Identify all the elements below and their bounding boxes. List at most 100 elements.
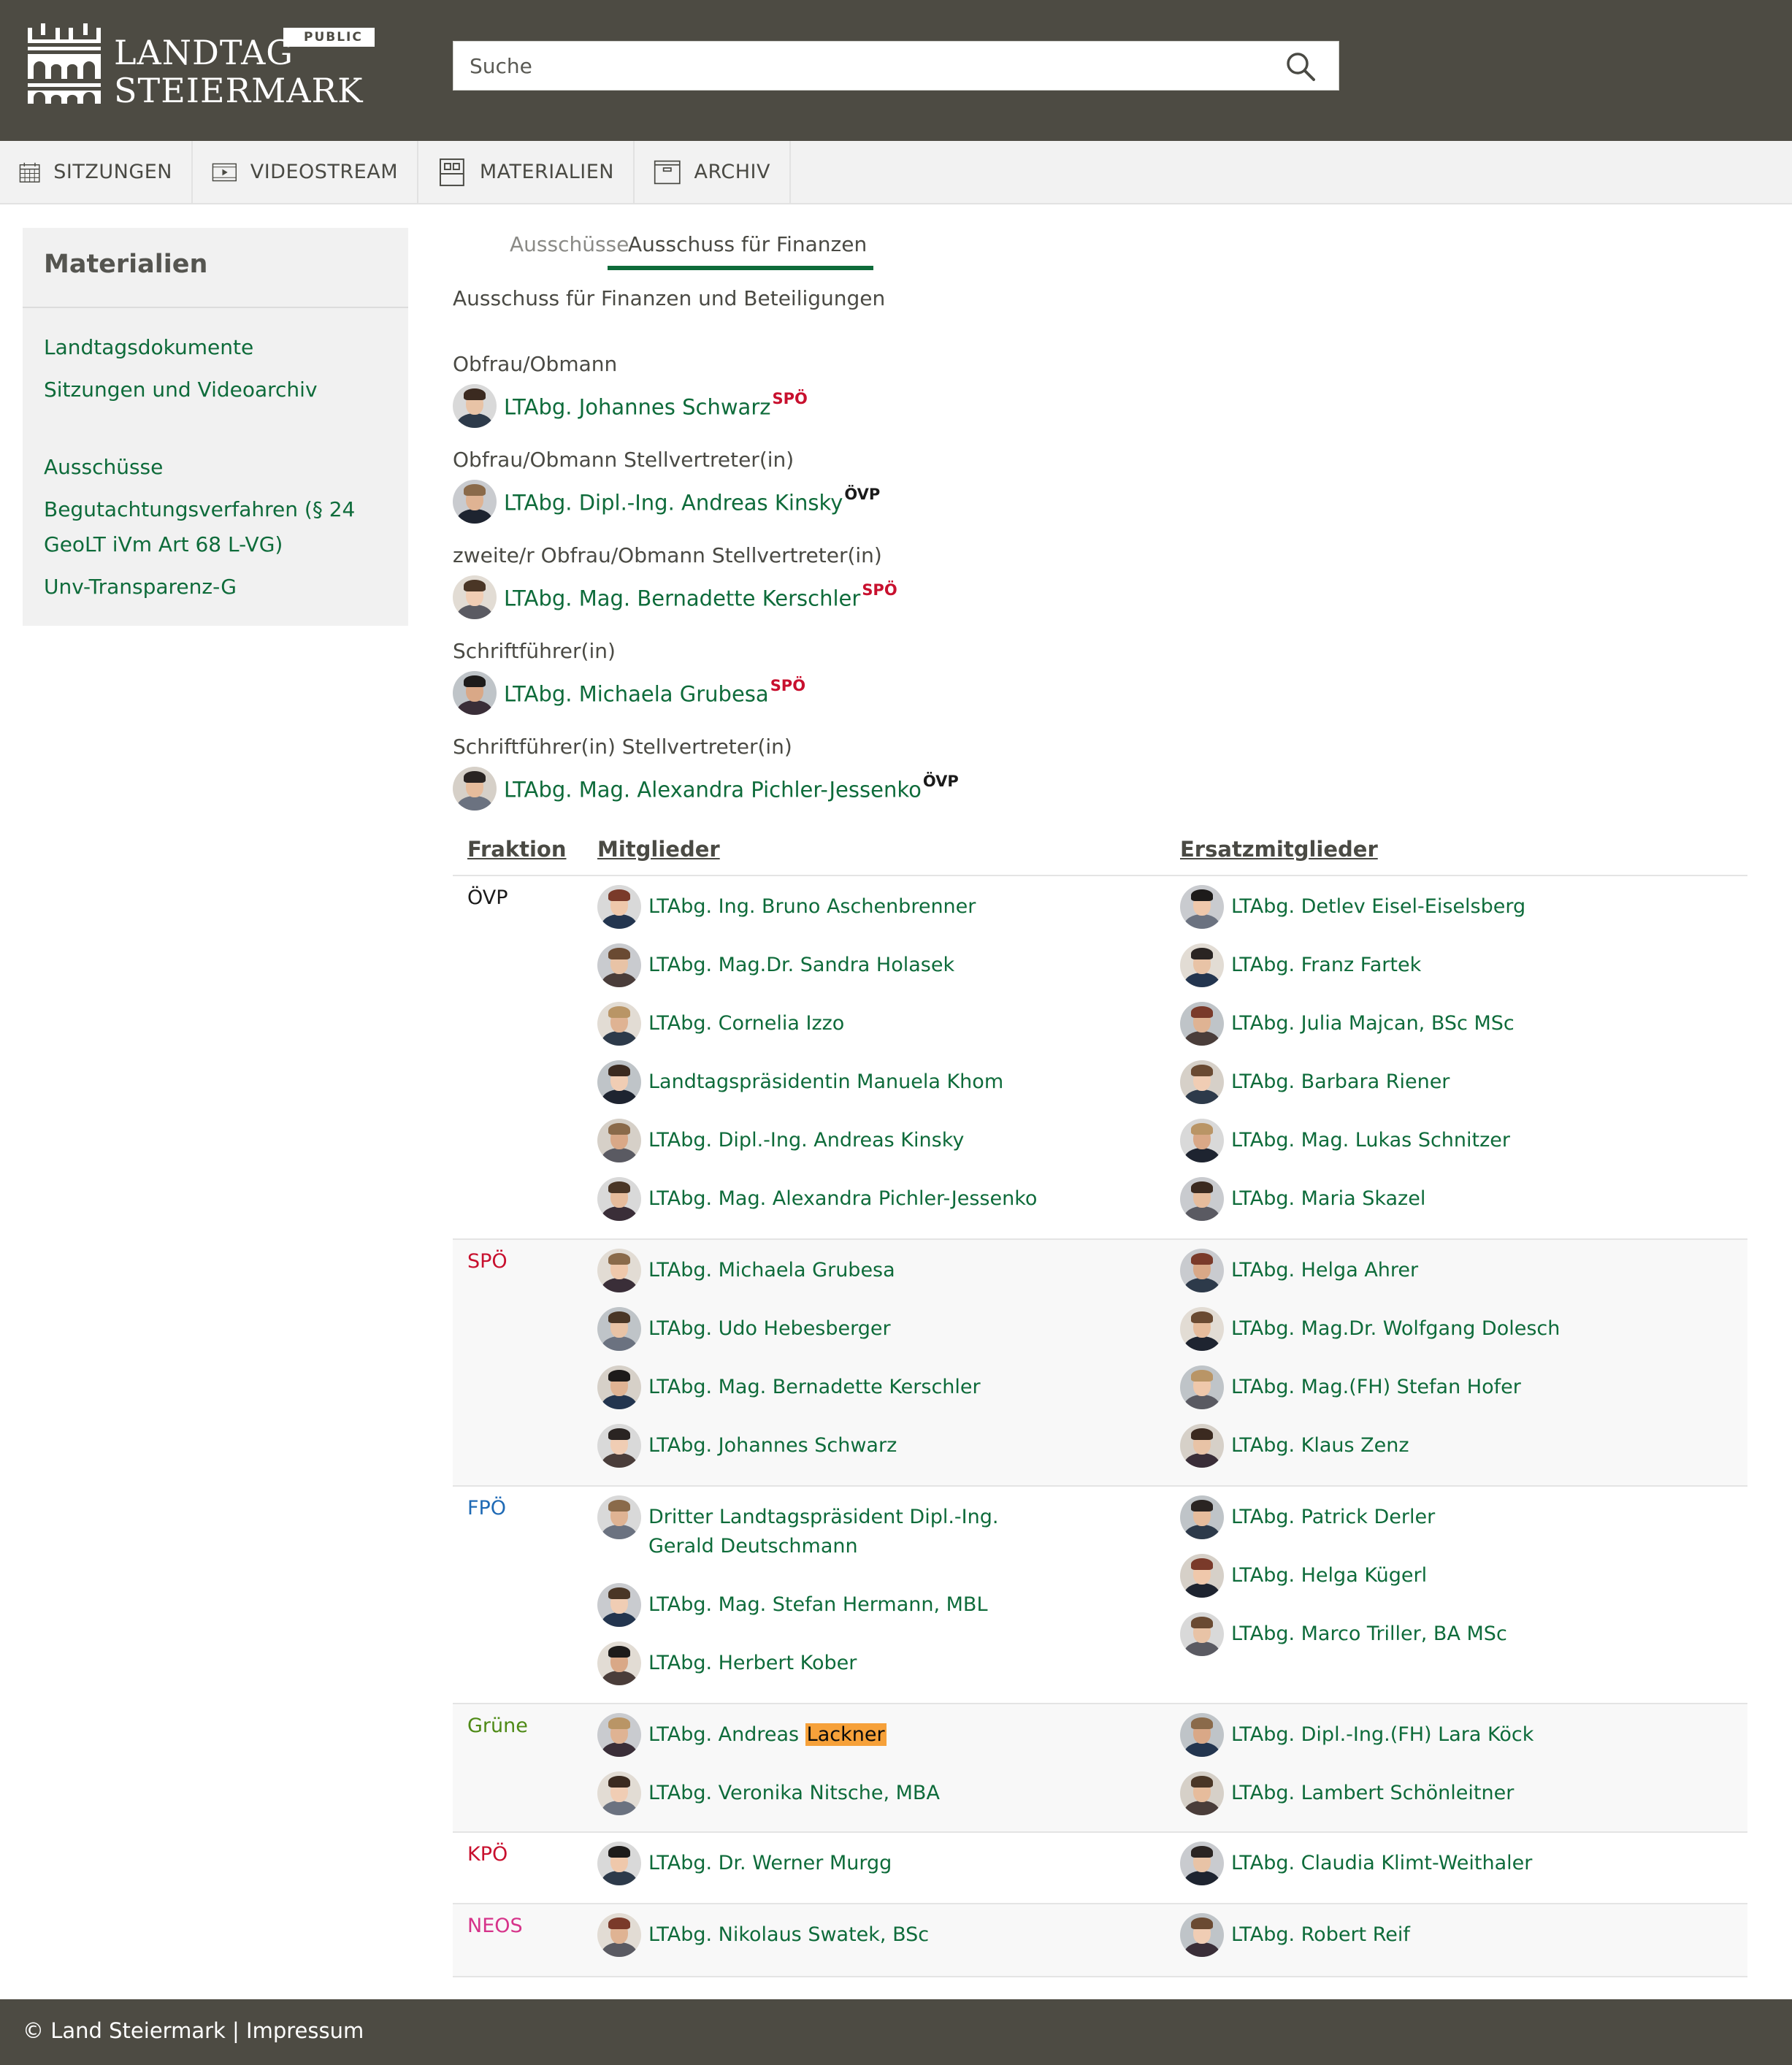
substitute-item[interactable]: LTAbg. Julia Majcan, BSc MSc: [1180, 1002, 1515, 1046]
substitute-item[interactable]: LTAbg. Detlev Eisel-Eiselsberg: [1180, 885, 1525, 929]
person-name-link[interactable]: LTAbg. Michaela Grubesa: [504, 681, 769, 706]
person-name-link[interactable]: LTAbg. Maria Skazel: [1231, 1184, 1425, 1214]
person-name-link[interactable]: LTAbg. Franz Fartek: [1231, 951, 1421, 980]
person-name-link[interactable]: Dritter Landtagspräsident Dipl.-Ing. Ger…: [648, 1503, 1057, 1561]
person-name-link[interactable]: LTAbg. Mag.(FH) Stefan Hofer: [1231, 1373, 1521, 1402]
sidebar-link-begutachtung[interactable]: Begutachtungsverfahren (§ 24: [44, 492, 355, 527]
search-input[interactable]: [453, 42, 1279, 90]
person-name-link[interactable]: LTAbg. Cornelia Izzo: [648, 1009, 844, 1038]
person-name-link[interactable]: LTAbg. Ing. Bruno Aschenbrenner: [648, 892, 976, 922]
person-name-link[interactable]: LTAbg. Johannes Schwarz: [648, 1431, 897, 1460]
member-item[interactable]: LTAbg. Herbert Kober: [597, 1641, 857, 1685]
member-item[interactable]: LTAbg. Johannes Schwarz: [597, 1424, 897, 1468]
member-item[interactable]: LTAbg. Ing. Bruno Aschenbrenner: [597, 885, 976, 929]
person-name-link[interactable]: LTAbg. Mag.Dr. Wolfgang Dolesch: [1231, 1314, 1560, 1344]
person-name-link[interactable]: LTAbg. Julia Majcan, BSc MSc: [1231, 1009, 1515, 1038]
person-name-link[interactable]: LTAbg. Patrick Derler: [1231, 1503, 1435, 1532]
role-person[interactable]: LTAbg. Michaela GrubesaSPÖ: [453, 671, 805, 715]
fraktion-label: KPÖ: [467, 1843, 508, 1866]
substitute-item[interactable]: LTAbg. Dipl.-Ing.(FH) Lara Köck: [1180, 1713, 1533, 1757]
person-name-link[interactable]: LTAbg. Mag. Alexandra Pichler-Jessenko: [504, 777, 922, 802]
member-item[interactable]: LTAbg. Dr. Werner Murgg: [597, 1842, 892, 1885]
substitute-item[interactable]: LTAbg. Patrick Derler: [1180, 1495, 1435, 1539]
person-name-link[interactable]: LTAbg. Mag. Stefan Hermann, MBL: [648, 1590, 988, 1620]
substitute-item[interactable]: LTAbg. Robert Reif: [1180, 1913, 1410, 1957]
substitute-item[interactable]: LTAbg. Klaus Zenz: [1180, 1424, 1409, 1468]
substitute-item[interactable]: LTAbg. Marco Triller, BA MSc: [1180, 1612, 1507, 1656]
substitute-item[interactable]: LTAbg. Lambert Schönleitner: [1180, 1771, 1514, 1815]
member-item[interactable]: LTAbg. Dipl.-Ing. Andreas Kinsky: [597, 1119, 964, 1162]
tab-ausschuss-finanzen[interactable]: Ausschuss für Finanzen: [628, 232, 867, 256]
person-name-link[interactable]: LTAbg. Mag. Bernadette Kerschler: [504, 586, 860, 610]
person-name-link[interactable]: LTAbg. Dipl.-Ing.(FH) Lara Köck: [1231, 1720, 1533, 1750]
role-person[interactable]: LTAbg. Mag. Alexandra Pichler-JessenkoÖV…: [453, 767, 959, 811]
footer-impressum-link[interactable]: Impressum: [246, 2018, 364, 2043]
avatar: [1180, 885, 1224, 929]
substitute-item[interactable]: LTAbg. Franz Fartek: [1180, 943, 1421, 987]
member-item[interactable]: LTAbg. Mag. Bernadette Kerschler: [597, 1365, 981, 1409]
header-mitglieder[interactable]: Mitglieder: [597, 837, 720, 862]
substitute-item[interactable]: LTAbg. Helga Ahrer: [1180, 1249, 1418, 1292]
person-name-link[interactable]: LTAbg. Andreas Lackner: [648, 1720, 887, 1750]
person-name-link[interactable]: LTAbg. Helga Kügerl: [1231, 1561, 1427, 1590]
member-item[interactable]: LTAbg. Andreas Lackner: [597, 1713, 887, 1757]
substitute-item[interactable]: LTAbg. Helga Kügerl: [1180, 1554, 1427, 1598]
person-name-link[interactable]: LTAbg. Michaela Grubesa: [648, 1256, 895, 1285]
nav-sitzungen[interactable]: SITZUNGEN: [0, 141, 193, 203]
substitute-item[interactable]: LTAbg. Mag.Dr. Wolfgang Dolesch: [1180, 1307, 1560, 1351]
tab-ausschuesse[interactable]: Ausschüsse: [510, 232, 629, 256]
person-name-link[interactable]: LTAbg. Nikolaus Swatek, BSc: [648, 1920, 929, 1950]
person-name-link[interactable]: LTAbg. Claudia Klimt-Weithaler: [1231, 1849, 1532, 1878]
person-name-link[interactable]: LTAbg. Dipl.-Ing. Andreas Kinsky: [648, 1126, 964, 1155]
role-person[interactable]: LTAbg. Dipl.-Ing. Andreas KinskyÖVP: [453, 480, 880, 524]
person-name-link[interactable]: LTAbg. Veronika Nitsche, MBA: [648, 1779, 940, 1808]
person-name-link[interactable]: LTAbg. Robert Reif: [1231, 1920, 1410, 1950]
role-person[interactable]: LTAbg. Johannes SchwarzSPÖ: [453, 384, 808, 428]
member-item[interactable]: LTAbg. Veronika Nitsche, MBA: [597, 1771, 940, 1815]
sidebar-link-landtagsdokumente[interactable]: Landtagsdokumente: [44, 330, 253, 365]
person-name-link[interactable]: LTAbg. Lambert Schönleitner: [1231, 1779, 1514, 1808]
person-name-link[interactable]: LTAbg. Marco Triller, BA MSc: [1231, 1620, 1507, 1649]
nav-archiv[interactable]: ARCHIV: [635, 141, 791, 203]
search-icon[interactable]: [1284, 50, 1317, 83]
avatar: [453, 480, 497, 524]
member-item[interactable]: LTAbg. Mag. Stefan Hermann, MBL: [597, 1583, 988, 1627]
member-item[interactable]: LTAbg. Nikolaus Swatek, BSc: [597, 1913, 929, 1957]
nav-materialien[interactable]: MATERIALIEN: [418, 141, 635, 203]
person-name-link[interactable]: LTAbg. Barbara Riener: [1231, 1068, 1450, 1097]
person-name-link[interactable]: LTAbg. Klaus Zenz: [1231, 1431, 1409, 1460]
person-name-link[interactable]: LTAbg. Mag.Dr. Sandra Holasek: [648, 951, 954, 980]
person-name-link[interactable]: LTAbg. Udo Hebesberger: [648, 1314, 891, 1344]
member-item[interactable]: LTAbg. Mag.Dr. Sandra Holasek: [597, 943, 954, 987]
role-person[interactable]: LTAbg. Mag. Bernadette KerschlerSPÖ: [453, 575, 897, 619]
person-name-link[interactable]: LTAbg. Dr. Werner Murgg: [648, 1849, 892, 1878]
person-name-link[interactable]: LTAbg. Mag. Lukas Schnitzer: [1231, 1126, 1510, 1155]
person-name-link[interactable]: LTAbg. Mag. Alexandra Pichler-Jessenko: [648, 1184, 1037, 1214]
substitute-item[interactable]: LTAbg. Maria Skazel: [1180, 1177, 1425, 1221]
sidebar-link-sitzungen[interactable]: Sitzungen und Videoarchiv: [44, 372, 318, 407]
substitute-item[interactable]: LTAbg. Barbara Riener: [1180, 1060, 1450, 1104]
member-item[interactable]: LTAbg. Cornelia Izzo: [597, 1002, 844, 1046]
person-name-link[interactable]: LTAbg. Johannes Schwarz: [504, 394, 770, 419]
sidebar-link-unv-transparenz[interactable]: Unv-Transparenz-G: [44, 570, 237, 605]
header-fraktion[interactable]: Fraktion: [467, 837, 566, 862]
person-name-link[interactable]: LTAbg. Helga Ahrer: [1231, 1256, 1418, 1285]
nav-videostream[interactable]: VIDEOSTREAM: [193, 141, 418, 203]
substitute-item[interactable]: LTAbg. Claudia Klimt-Weithaler: [1180, 1842, 1532, 1885]
person-name-link[interactable]: Landtagspräsidentin Manuela Khom: [648, 1068, 1003, 1097]
person-name-link[interactable]: LTAbg. Dipl.-Ing. Andreas Kinsky: [504, 490, 843, 515]
sidebar-link-begutachtung-2[interactable]: GeoLT iVm Art 68 L-VG): [44, 527, 283, 562]
person-name-link[interactable]: LTAbg. Detlev Eisel-Eiselsberg: [1231, 892, 1525, 922]
substitute-item[interactable]: LTAbg. Mag. Lukas Schnitzer: [1180, 1119, 1510, 1162]
sidebar-link-ausschuesse[interactable]: Ausschüsse: [44, 450, 163, 485]
member-item[interactable]: LTAbg. Michaela Grubesa: [597, 1249, 895, 1292]
substitute-item[interactable]: LTAbg. Mag.(FH) Stefan Hofer: [1180, 1365, 1521, 1409]
person-name-link[interactable]: LTAbg. Herbert Kober: [648, 1649, 857, 1678]
person-name-link[interactable]: LTAbg. Mag. Bernadette Kerschler: [648, 1373, 981, 1402]
header-ersatzmitglieder[interactable]: Ersatzmitglieder: [1180, 837, 1378, 862]
member-item[interactable]: LTAbg. Mag. Alexandra Pichler-Jessenko: [597, 1177, 1037, 1221]
member-item[interactable]: LTAbg. Udo Hebesberger: [597, 1307, 891, 1351]
site-logo[interactable]: LANDTAG STEIERMARK PUBLIC: [28, 23, 378, 110]
member-item[interactable]: Dritter Landtagspräsident Dipl.-Ing. Ger…: [597, 1495, 1057, 1561]
member-item[interactable]: Landtagspräsidentin Manuela Khom: [597, 1060, 1003, 1104]
